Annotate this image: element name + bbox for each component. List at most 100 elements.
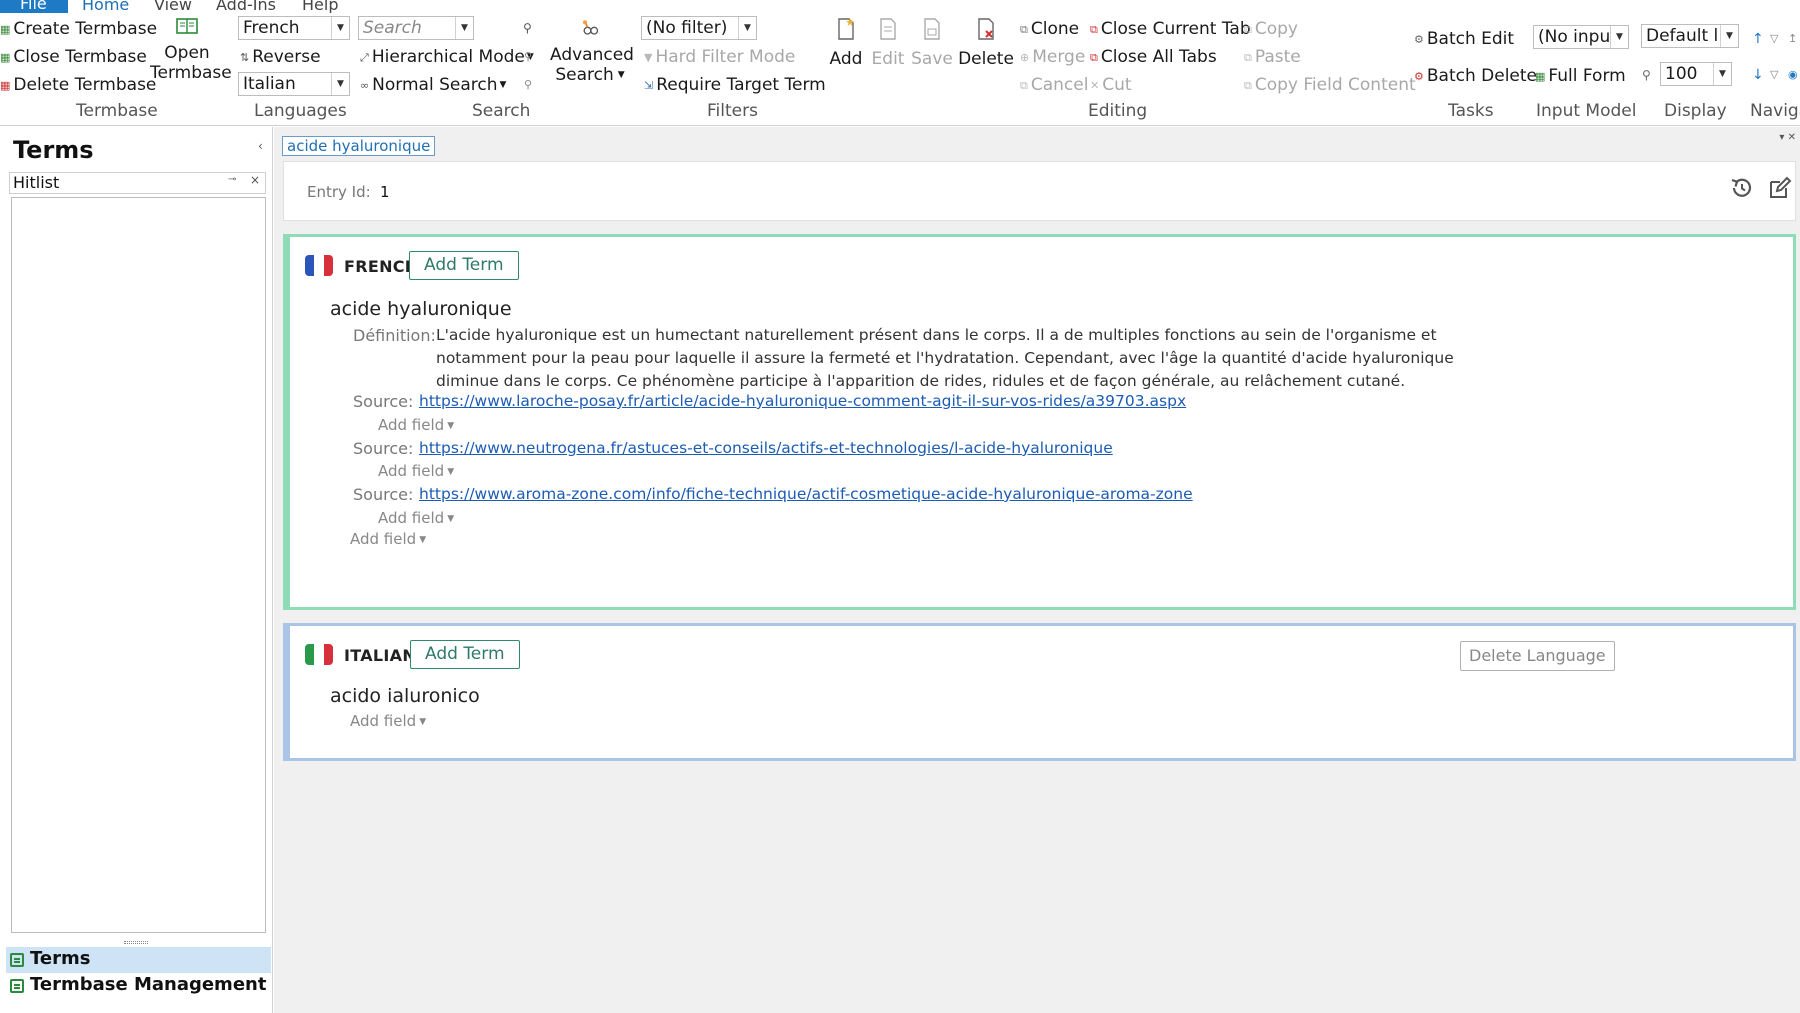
cut-button[interactable]: ✕ Cut bbox=[1090, 75, 1132, 96]
chevron-down-icon: ▼ bbox=[419, 535, 427, 545]
editing-group-label: Editing bbox=[1088, 101, 1148, 121]
batch-edit-button[interactable]: ⚙ Batch Edit bbox=[1414, 29, 1514, 50]
add-field-label: Add field bbox=[350, 530, 417, 548]
advanced-search-button[interactable]: Advanced Search ▼ bbox=[550, 17, 634, 85]
pin-icon[interactable]: ⊸ bbox=[228, 174, 236, 185]
search-input[interactable]: Search ▼ bbox=[358, 16, 474, 40]
menu-view[interactable]: View bbox=[154, 0, 192, 14]
target-language-select[interactable]: Italian ▼ bbox=[238, 72, 350, 96]
reverse-languages-button[interactable]: ⇅ Reverse bbox=[240, 47, 321, 68]
filter-select[interactable]: (No filter) ▼ bbox=[641, 16, 757, 40]
delete-entry-button[interactable]: Delete bbox=[958, 17, 1014, 69]
chevron-down-icon: ▼ bbox=[419, 717, 427, 727]
source-link-1[interactable]: https://www.laroche-posay.fr/article/aci… bbox=[419, 392, 1186, 410]
search-icon[interactable]: ⚲ bbox=[523, 18, 532, 38]
nav-extra-down-icon[interactable]: ◉ bbox=[1788, 65, 1798, 85]
wildcard-search-icon[interactable]: ⚲ bbox=[524, 75, 532, 95]
splitter-grip[interactable] bbox=[124, 941, 148, 944]
cancel-button[interactable]: ⧉ Cancel bbox=[1020, 75, 1088, 96]
create-termbase-button[interactable]: ▦ Create Termbase bbox=[0, 19, 157, 40]
fuzzy-search-icon[interactable]: ⚲ bbox=[524, 47, 532, 67]
search-group-label: Search bbox=[472, 101, 531, 121]
french-add-term-button[interactable]: Add Term bbox=[409, 251, 519, 280]
close-current-tab-button[interactable]: ⧉ Close Current Tab bbox=[1090, 19, 1251, 40]
menu-file-label: File bbox=[20, 0, 47, 13]
clone-icon: ⧉ bbox=[1020, 23, 1028, 36]
source-link-2[interactable]: https://www.neutrogena.fr/astuces-et-con… bbox=[419, 439, 1113, 457]
add-field-source-1[interactable]: Add field ▼ bbox=[378, 416, 454, 434]
delete-language-button[interactable]: Delete Language bbox=[1460, 641, 1615, 671]
batch-delete-button[interactable]: ⚙ Batch Delete bbox=[1414, 66, 1537, 87]
navigate-up-icon[interactable]: ↑ bbox=[1752, 29, 1764, 49]
save-entry-button[interactable]: Save bbox=[910, 17, 954, 69]
italian-add-term-button[interactable]: Add Term bbox=[410, 640, 520, 669]
menu-home[interactable]: Home bbox=[82, 0, 129, 14]
cancel-icon: ⧉ bbox=[1020, 79, 1028, 92]
hard-filter-mode-button[interactable]: ▼ Hard Filter Mode bbox=[644, 47, 795, 68]
entry-id-label: Entry Id: bbox=[307, 183, 371, 201]
normal-search-button[interactable]: ∞ Normal Search ▼ bbox=[360, 75, 506, 96]
close-tab-icon: ⧉ bbox=[1090, 23, 1098, 36]
italian-term[interactable]: acido ialuronico bbox=[330, 685, 480, 707]
edit-entry-button[interactable]: Edit bbox=[868, 17, 908, 69]
add-entry-button[interactable]: Add bbox=[826, 17, 866, 69]
edit-icon[interactable] bbox=[1767, 175, 1793, 201]
hierarchical-mode-label: Hierarchical Mode bbox=[371, 47, 525, 67]
nav-extra-up-icon[interactable]: ↥ bbox=[1788, 29, 1797, 49]
tab-strip-controls[interactable]: ▾ ✕ bbox=[1779, 132, 1796, 143]
close-current-tab-label: Close Current Tab bbox=[1100, 19, 1251, 39]
nav-termbase-management[interactable]: Termbase Management bbox=[6, 973, 271, 999]
french-definition[interactable]: L'acide hyaluronique est un humectant na… bbox=[436, 324, 1486, 393]
chevron-down-icon: ▼ bbox=[499, 80, 507, 90]
clone-button[interactable]: ⧉ Clone bbox=[1020, 19, 1079, 40]
filter-down-icon[interactable]: ▽ bbox=[1770, 65, 1778, 85]
source-label-2: Source: bbox=[353, 439, 414, 458]
navigation-group-label: Navigation bbox=[1750, 101, 1800, 121]
layout-select[interactable]: Default l ▼ bbox=[1641, 24, 1739, 48]
source-link-3[interactable]: https://www.aroma-zone.com/info/fiche-te… bbox=[419, 485, 1193, 503]
merge-button[interactable]: ⊕ Merge bbox=[1020, 47, 1085, 68]
display-group-label: Display bbox=[1664, 101, 1727, 121]
copy-button[interactable]: ⧉ Copy bbox=[1244, 19, 1298, 40]
tab-acide-hyaluronique[interactable]: acide hyaluronique bbox=[282, 136, 436, 156]
add-field-term[interactable]: Add field ▼ bbox=[350, 530, 426, 548]
paste-button[interactable]: ⧉ Paste bbox=[1244, 47, 1301, 68]
require-target-term-button[interactable]: ⇲ Require Target Term bbox=[644, 75, 826, 96]
navigate-down-icon[interactable]: ↓ bbox=[1752, 65, 1764, 85]
close-icon[interactable]: × bbox=[250, 173, 260, 187]
hitlist-list[interactable] bbox=[11, 197, 266, 933]
hierarchy-icon: ⤢ bbox=[360, 51, 369, 64]
french-flag-icon bbox=[305, 255, 333, 276]
italian-language-name: ITALIAN bbox=[344, 646, 417, 665]
add-field-source-3[interactable]: Add field ▼ bbox=[378, 509, 454, 527]
source-language-select[interactable]: French ▼ bbox=[238, 16, 350, 40]
menu-help[interactable]: Help bbox=[302, 0, 338, 14]
collapse-left-icon[interactable]: ‹ bbox=[258, 139, 263, 153]
add-field-source-2[interactable]: Add field ▼ bbox=[378, 462, 454, 480]
nav-terms[interactable]: Terms bbox=[6, 947, 271, 973]
edit-entry-label: Edit bbox=[871, 49, 905, 69]
full-form-button[interactable]: ▦ Full Form bbox=[1535, 66, 1626, 87]
close-termbase-button[interactable]: ▦ Close Termbase bbox=[0, 47, 147, 68]
filter-up-icon[interactable]: ▽ bbox=[1770, 29, 1778, 49]
create-termbase-icon: ▦ bbox=[0, 23, 11, 36]
history-icon[interactable] bbox=[1729, 175, 1755, 201]
add-field-italian[interactable]: Add field ▼ bbox=[350, 712, 426, 730]
menu-file[interactable]: File bbox=[0, 0, 68, 13]
chevron-down-icon: ▼ bbox=[447, 514, 455, 524]
input-model-group-label: Input Model bbox=[1536, 101, 1637, 121]
input-model-select[interactable]: (No inpu ▼ bbox=[1533, 25, 1629, 49]
hierarchical-mode-button[interactable]: ⤢ Hierarchical Mode ▼ bbox=[360, 47, 534, 68]
source-label-3: Source: bbox=[353, 485, 414, 504]
open-termbase-button[interactable]: Open Termbase bbox=[150, 17, 232, 83]
close-all-tabs-button[interactable]: ⧉ Close All Tabs bbox=[1090, 47, 1217, 68]
french-term[interactable]: acide hyaluronique bbox=[330, 298, 512, 320]
zoom-select[interactable]: 100 ▼ bbox=[1660, 62, 1732, 86]
chevron-down-icon: ▼ bbox=[455, 17, 473, 39]
nav-termbase-management-label: Termbase Management bbox=[30, 974, 267, 995]
copy-field-content-button[interactable]: ⧉ Copy Field Content bbox=[1244, 75, 1416, 96]
menu-addins[interactable]: Add-Ins bbox=[216, 0, 276, 14]
cut-icon: ✕ bbox=[1090, 79, 1100, 92]
filter-icon: ▼ bbox=[644, 51, 653, 64]
delete-termbase-button[interactable]: ▦ Delete Termbase bbox=[0, 75, 156, 96]
